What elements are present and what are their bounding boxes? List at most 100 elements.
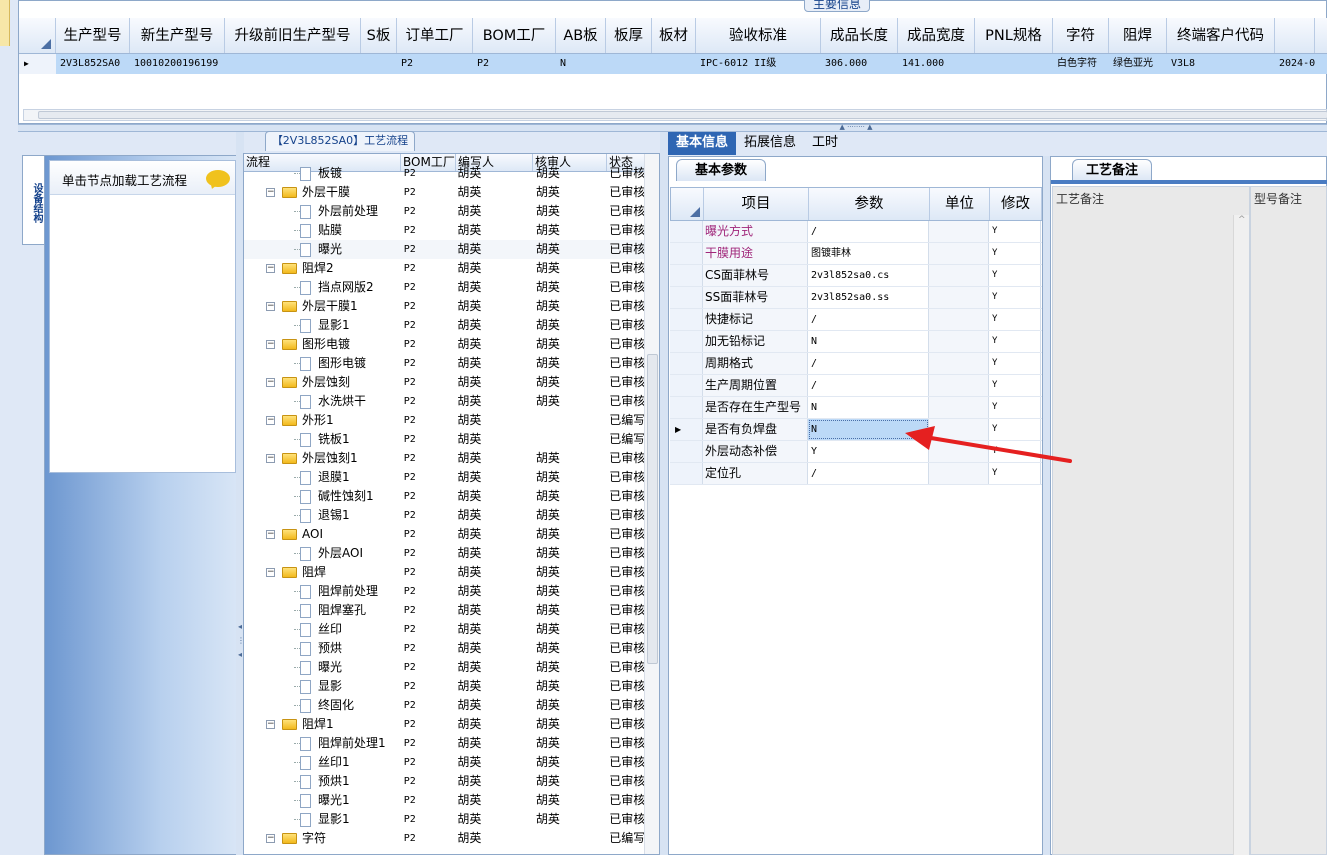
tree-node[interactable]: 板镀 bbox=[244, 164, 400, 183]
param-value[interactable]: 2v3l852sa0.cs bbox=[808, 265, 929, 286]
main-info-row[interactable]: ▶ 2V3L852SA0 10010200196199 P2 P2 N IPC-6012 I… bbox=[19, 54, 1327, 74]
table-cell[interactable]: 2024-09 bbox=[1275, 54, 1315, 74]
tree-row[interactable]: − 字符 P2 胡英 已编写 bbox=[244, 829, 644, 848]
tree-row[interactable]: − 外层干膜 P2 胡英 胡英 已审核 bbox=[244, 183, 644, 202]
tree-row[interactable]: 退锡1 P2 胡英 胡英 已审核 bbox=[244, 506, 644, 525]
tree-row[interactable]: 曝光 P2 胡英 胡英 已审核 bbox=[244, 240, 644, 259]
tree-node[interactable]: − 图形电镀 bbox=[244, 335, 400, 354]
tree-row[interactable]: 铣板1 P2 胡英 已编写 bbox=[244, 430, 644, 449]
param-modify[interactable]: Y bbox=[989, 419, 1041, 440]
tree-row[interactable]: − 阻焊 P2 胡英 胡英 已审核 bbox=[244, 563, 644, 582]
tree-row[interactable]: 板镀 P2 胡英 胡英 已审核 bbox=[244, 164, 644, 183]
table-cell[interactable] bbox=[361, 54, 397, 74]
tree-node[interactable]: 阻焊前处理1 bbox=[244, 734, 400, 753]
tree-row[interactable]: 碱性蚀刻1 P2 胡英 胡英 已审核 bbox=[244, 487, 644, 506]
tree-row[interactable]: 丝印1 P2 胡英 胡英 已审核 bbox=[244, 753, 644, 772]
column-header[interactable]: S板 bbox=[361, 18, 397, 53]
tree-row[interactable]: 终固化 P2 胡英 胡英 已审核 bbox=[244, 696, 644, 715]
param-row[interactable]: 是否存在生产型号 N Y bbox=[670, 397, 1042, 419]
table-cell[interactable] bbox=[606, 54, 652, 74]
tree-row[interactable]: − 图形电镀 P2 胡英 胡英 已审核 bbox=[244, 335, 644, 354]
tree-row[interactable]: − 外层干膜1 P2 胡英 胡英 已审核 bbox=[244, 297, 644, 316]
tree-row[interactable]: − 外形1 P2 胡英 已编写 bbox=[244, 411, 644, 430]
column-header[interactable]: 新生产型号 bbox=[130, 18, 225, 53]
tree-node[interactable]: − 外层蚀刻 bbox=[244, 373, 400, 392]
param-row[interactable]: 干膜用途 图镀菲林 Y bbox=[670, 243, 1042, 265]
table-cell[interactable]: N bbox=[556, 54, 606, 74]
table-cell[interactable]: 141.000 bbox=[898, 54, 975, 74]
tree-row[interactable]: 曝光 P2 胡英 胡英 已审核 bbox=[244, 658, 644, 677]
param-modify[interactable]: Y bbox=[989, 397, 1041, 418]
tree-node[interactable]: 预烘 bbox=[244, 639, 400, 658]
right-splitter[interactable] bbox=[1043, 156, 1050, 855]
param-value[interactable]: / bbox=[808, 463, 929, 484]
tab-basic-params[interactable]: 基本参数 bbox=[676, 159, 766, 181]
table-cell[interactable]: IPC-6012 II级 bbox=[696, 54, 821, 74]
param-value[interactable]: / bbox=[808, 353, 929, 374]
param-modify[interactable]: Y bbox=[989, 221, 1041, 242]
tree-row[interactable]: 阻焊塞孔 P2 胡英 胡英 已审核 bbox=[244, 601, 644, 620]
param-modify[interactable]: Y bbox=[989, 265, 1041, 286]
tree-node[interactable]: − 外层干膜1 bbox=[244, 297, 400, 316]
tree-node[interactable]: − 字符 bbox=[244, 829, 400, 848]
tree-node[interactable]: 阻焊前处理 bbox=[244, 582, 400, 601]
column-header[interactable] bbox=[1275, 18, 1315, 53]
notes-scrollbar[interactable] bbox=[1233, 215, 1249, 855]
param-value[interactable]: / bbox=[808, 375, 929, 396]
tree-node[interactable]: 退锡1 bbox=[244, 506, 400, 525]
tree-row[interactable]: − 阻焊1 P2 胡英 胡英 已审核 bbox=[244, 715, 644, 734]
param-row[interactable]: SS面菲林号 2v3l852sa0.ss Y bbox=[670, 287, 1042, 309]
param-value[interactable]: Y bbox=[808, 441, 929, 462]
expand-toggle-icon[interactable]: − bbox=[266, 454, 275, 463]
main-info-hscroll[interactable] bbox=[23, 109, 1327, 121]
table-cell[interactable]: P2 bbox=[397, 54, 473, 74]
expand-toggle-icon[interactable]: − bbox=[266, 530, 275, 539]
param-modify[interactable]: Y bbox=[989, 287, 1041, 308]
tab-extended-info[interactable]: 拓展信息 bbox=[736, 132, 804, 155]
column-header[interactable]: BOM工厂 bbox=[473, 18, 556, 53]
tree-row[interactable]: 曝光1 P2 胡英 胡英 已审核 bbox=[244, 791, 644, 810]
tree-row[interactable]: 挡点网版2 P2 胡英 胡英 已审核 bbox=[244, 278, 644, 297]
expand-toggle-icon[interactable]: − bbox=[266, 302, 275, 311]
expand-toggle-icon[interactable]: − bbox=[266, 378, 275, 387]
tree-node[interactable]: − 阻焊1 bbox=[244, 715, 400, 734]
tree-row[interactable]: 外层AOI P2 胡英 胡英 已审核 bbox=[244, 544, 644, 563]
table-cell[interactable]: 10010200196199 bbox=[130, 54, 225, 74]
param-row[interactable]: 外层动态补偿 Y Y bbox=[670, 441, 1042, 463]
expand-toggle-icon[interactable]: − bbox=[266, 340, 275, 349]
table-cell[interactable]: 306.000 bbox=[821, 54, 898, 74]
tree-node[interactable]: 曝光 bbox=[244, 240, 400, 259]
column-header[interactable]: 生产型号 bbox=[56, 18, 130, 53]
expand-toggle-icon[interactable]: − bbox=[266, 264, 275, 273]
tree-node[interactable]: 显影1 bbox=[244, 810, 400, 829]
table-cell[interactable]: 绿色亚光 bbox=[1109, 54, 1167, 74]
expand-toggle-icon[interactable]: − bbox=[266, 188, 275, 197]
tree-node[interactable]: 曝光1 bbox=[244, 791, 400, 810]
tree-row[interactable]: 预烘 P2 胡英 胡英 已审核 bbox=[244, 639, 644, 658]
tree-row[interactable]: − AOI P2 胡英 胡英 已审核 bbox=[244, 525, 644, 544]
param-row[interactable]: 快捷标记 / Y bbox=[670, 309, 1042, 331]
tree-node[interactable]: 铣板1 bbox=[244, 430, 400, 449]
param-row[interactable]: CS面菲林号 2v3l852sa0.cs Y bbox=[670, 265, 1042, 287]
expand-toggle-icon[interactable]: − bbox=[266, 720, 275, 729]
tree-node[interactable]: 显影1 bbox=[244, 316, 400, 335]
tree-row[interactable]: 水洗烘干 P2 胡英 胡英 已审核 bbox=[244, 392, 644, 411]
tree-node[interactable]: − 外层干膜 bbox=[244, 183, 400, 202]
tree-node[interactable]: 水洗烘干 bbox=[244, 392, 400, 411]
tab-basic-info[interactable]: 基本信息 bbox=[668, 132, 737, 155]
column-header[interactable]: 板材 bbox=[652, 18, 696, 53]
column-header[interactable]: 阻焊 bbox=[1109, 18, 1167, 53]
column-header[interactable]: 板厚 bbox=[606, 18, 652, 53]
param-modify[interactable]: Y bbox=[989, 243, 1041, 264]
param-modify[interactable]: Y bbox=[989, 331, 1041, 352]
tree-node[interactable]: 丝印1 bbox=[244, 753, 400, 772]
tree-node[interactable]: − AOI bbox=[244, 525, 400, 544]
column-header[interactable]: 成品长度 bbox=[821, 18, 898, 53]
tree-row[interactable]: 阻焊前处理1 P2 胡英 胡英 已审核 bbox=[244, 734, 644, 753]
tree-node[interactable]: 显影 bbox=[244, 677, 400, 696]
param-row[interactable]: 周期格式 / Y bbox=[670, 353, 1042, 375]
param-value[interactable]: / bbox=[808, 221, 929, 242]
tree-row[interactable]: 贴膜 P2 胡英 胡英 已审核 bbox=[244, 221, 644, 240]
tree-node[interactable]: 丝印 bbox=[244, 620, 400, 639]
tree-row[interactable]: 退膜1 P2 胡英 胡英 已审核 bbox=[244, 468, 644, 487]
